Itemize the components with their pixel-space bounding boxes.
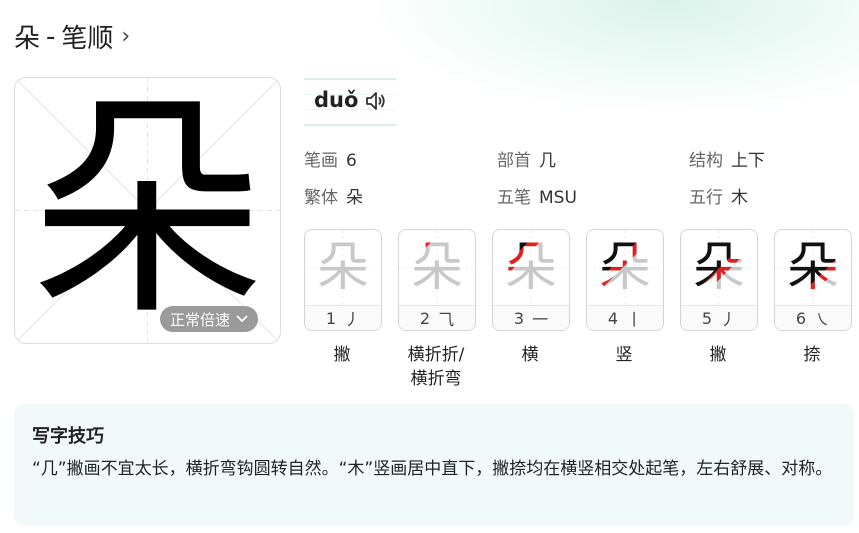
stroke-name[interactable]: 撇	[304, 343, 380, 367]
speaker-icon[interactable]	[364, 89, 388, 113]
tips-heading: 写字技巧	[32, 426, 104, 447]
stroke-shape: 丨	[626, 310, 643, 329]
stroke-glyph: 朵	[493, 234, 569, 302]
speed-button[interactable]: 正常倍速	[160, 306, 259, 332]
info-value: MSU	[539, 188, 577, 208]
page-title[interactable]: 朵 - 笔顺 ›	[14, 18, 130, 55]
info-value: 朵	[346, 188, 363, 208]
stroke-shape: 丿	[344, 310, 361, 329]
character-glyph: 朵	[30, 77, 265, 344]
speed-label: 正常倍速	[170, 310, 231, 329]
info-label: 五行	[689, 188, 723, 208]
info-radical: 部首几	[497, 146, 556, 171]
stroke-index: 5	[701, 308, 713, 328]
info-wuxing: 五行木	[689, 183, 748, 208]
stroke-card[interactable]: 朵 2 ⺄	[398, 229, 476, 331]
stroke-card[interactable]: 朵 5丿	[680, 229, 758, 331]
stroke-index: 1	[325, 308, 337, 328]
stroke-number: 5丿	[681, 305, 757, 330]
stroke-index: 4	[607, 308, 619, 328]
info-label: 笔画	[304, 151, 338, 171]
info-strokes: 笔画 6	[304, 146, 357, 171]
stroke-card[interactable]: 朵 3一	[492, 229, 570, 331]
info-label: 结构	[689, 151, 723, 171]
pinyin-text: duǒ	[314, 88, 359, 112]
stroke-shape: 一	[532, 310, 549, 329]
stroke-glyph: 朵	[399, 234, 475, 302]
title-separator: -	[46, 21, 56, 52]
chevron-down-icon	[236, 315, 248, 323]
stroke-shape: 丿	[720, 310, 737, 329]
stroke-glyph: 朵	[305, 234, 381, 302]
stroke-name[interactable]: 横	[492, 343, 568, 367]
pinyin-box: duǒ	[304, 78, 396, 126]
stroke-card[interactable]: 朵 6 ㇏	[774, 229, 852, 331]
tips-text: “几”撇画不宜太长，横折弯钩圆转自然。“木”竖画居中直下，撇捺均在横竖相交处起笔…	[32, 459, 833, 479]
info-label: 繁体	[304, 188, 338, 208]
stroke-number: 3一	[493, 305, 569, 330]
stroke-card[interactable]: 朵 4丨	[586, 229, 664, 331]
stroke-name[interactable]: 撇	[680, 343, 756, 367]
character-animation-panel[interactable]: 朵 正常倍速	[14, 77, 281, 344]
info-wubi: 五笔 MSU	[497, 183, 577, 208]
stroke-number: 1丿	[305, 305, 381, 330]
title-char: 朵	[14, 24, 41, 54]
info-structure: 结构 上下	[689, 146, 765, 171]
writing-tips-panel: 写字技巧 “几”撇画不宜太长，横折弯钩圆转自然。“木”竖画居中直下，撇捺均在横竖…	[14, 404, 854, 526]
info-value: 6	[346, 151, 357, 171]
stroke-number: 4丨	[587, 305, 663, 330]
stroke-number: 6 ㇏	[775, 305, 851, 330]
stroke-index: 2	[419, 308, 431, 328]
stroke-glyph: 朵	[775, 234, 851, 302]
info-traditional: 繁体朵	[304, 183, 363, 208]
stroke-name[interactable]: 捺	[774, 343, 850, 367]
stroke-index: 3	[513, 308, 525, 328]
info-label: 部首	[497, 151, 531, 171]
stroke-name[interactable]: 竖	[586, 343, 662, 367]
info-value: 木	[731, 188, 748, 208]
stroke-shape: ㇏	[814, 310, 831, 329]
stroke-name[interactable]: 横折折/横折弯	[398, 343, 474, 391]
info-label: 五笔	[497, 188, 531, 208]
stroke-number: 2 ⺄	[399, 305, 475, 330]
stroke-index: 6	[795, 308, 807, 328]
info-value: 上下	[731, 151, 765, 171]
stroke-glyph: 朵	[681, 234, 757, 302]
info-value[interactable]: 几	[539, 151, 556, 171]
stroke-card[interactable]: 朵 1丿	[304, 229, 382, 331]
title-text: 笔顺	[61, 24, 114, 54]
stroke-glyph: 朵	[587, 234, 663, 302]
header-background	[380, 0, 859, 110]
chevron-right-icon: ›	[121, 24, 131, 49]
stroke-shape: ⺄	[438, 310, 455, 329]
